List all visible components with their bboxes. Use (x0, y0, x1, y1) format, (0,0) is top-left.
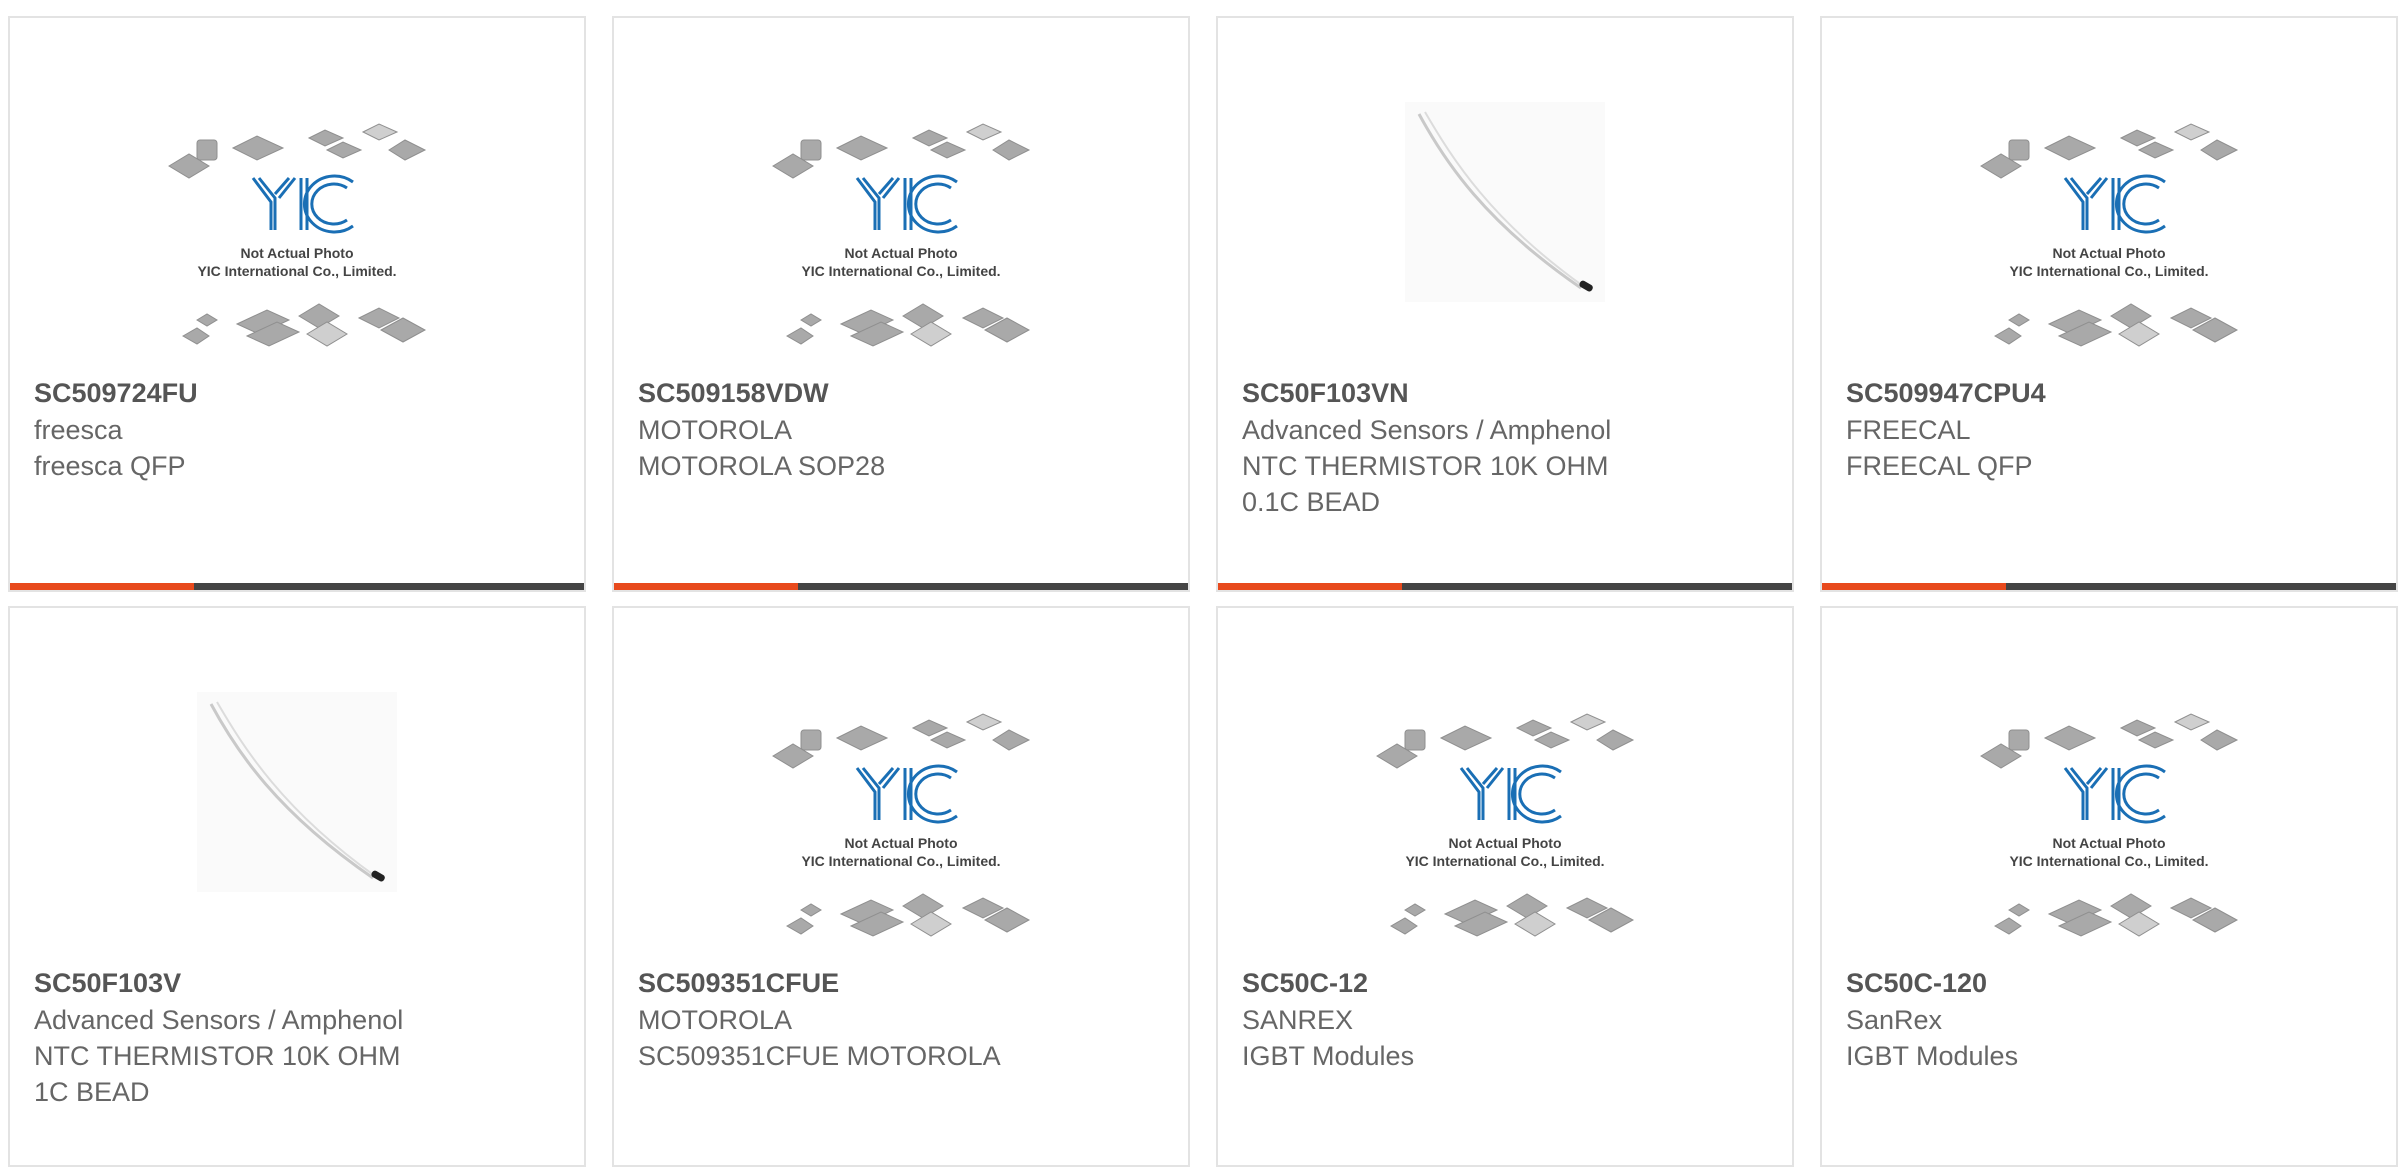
part-number-link[interactable]: SC50F103VN (1242, 374, 1768, 412)
product-text: SC509947CPU4 FREECAL FREECAL QFP (1846, 374, 2372, 484)
description-line: 1C BEAD (34, 1077, 150, 1107)
placeholder-caption-2: YIC International Co., Limited. (2009, 263, 2208, 279)
not-actual-photo-placeholder-image: Not Actual Photo YIC International Co., … (1980, 123, 2239, 347)
card-bottom-bar (1218, 583, 1792, 590)
product-image[interactable]: Not Actual Photo YIC International Co., … (614, 648, 1188, 958)
placeholder-caption-1: Not Actual Photo (2052, 245, 2165, 261)
description-line: MOTOROLA SOP28 (638, 451, 886, 481)
product-image[interactable] (1218, 58, 1792, 368)
product-image[interactable]: Not Actual Photo YIC International Co., … (10, 58, 584, 368)
product-image[interactable]: Not Actual Photo YIC International Co., … (1218, 648, 1792, 958)
card-bottom-bar-accent (10, 583, 194, 590)
placeholder-caption-1: Not Actual Photo (1448, 835, 1561, 851)
product-card[interactable]: Not Actual Photo YIC International Co., … (1820, 606, 2398, 1167)
thermistor-photo (197, 692, 397, 892)
manufacturer-label: Advanced Sensors / Amphenol (1242, 415, 1612, 445)
product-card[interactable]: Not Actual Photo YIC International Co., … (612, 16, 1190, 592)
manufacturer-label: SANREX (1242, 1005, 1354, 1035)
manufacturer-label: SanRex (1846, 1005, 1943, 1035)
placeholder-caption-1: Not Actual Photo (240, 245, 353, 261)
not-actual-photo-placeholder-image: Not Actual Photo YIC International Co., … (1376, 713, 1635, 937)
placeholder-caption-1: Not Actual Photo (844, 245, 957, 261)
part-number-link[interactable]: SC509724FU (34, 374, 560, 412)
part-number-link[interactable]: SC509351CFUE (638, 964, 1164, 1002)
not-actual-photo-placeholder-image: Not Actual Photo YIC International Co., … (772, 123, 1031, 347)
card-bottom-bar (1822, 583, 2396, 590)
placeholder-caption-2: YIC International Co., Limited. (801, 853, 1000, 869)
card-bottom-bar-accent (1822, 583, 2006, 590)
card-bottom-bar-accent (1218, 583, 1402, 590)
product-card[interactable]: SC50F103VN Advanced Sensors / Amphenol NTC… (1216, 16, 1794, 592)
product-grid: Not Actual Photo YIC International Co., … (0, 0, 2400, 1167)
not-actual-photo-placeholder-image: Not Actual Photo YIC International Co., … (772, 713, 1031, 937)
product-card[interactable]: Not Actual Photo YIC International Co., … (8, 16, 586, 592)
placeholder-caption-2: YIC International Co., Limited. (197, 263, 396, 279)
description-line: NTC THERMISTOR 10K OHM (34, 1041, 401, 1071)
manufacturer-label: Advanced Sensors / Amphenol (34, 1005, 404, 1035)
product-card[interactable]: Not Actual Photo YIC International Co., … (1820, 16, 2398, 592)
part-number-link[interactable]: SC509158VDW (638, 374, 1164, 412)
part-number-link[interactable]: SC50C-12 (1242, 964, 1768, 1002)
description-line: IGBT Modules (1242, 1041, 1415, 1071)
placeholder-caption-1: Not Actual Photo (844, 835, 957, 851)
card-bottom-bar-accent (614, 583, 798, 590)
description-line: NTC THERMISTOR 10K OHM (1242, 451, 1609, 481)
description-line: IGBT Modules (1846, 1041, 2019, 1071)
product-image[interactable]: Not Actual Photo YIC International Co., … (614, 58, 1188, 368)
product-image[interactable]: Not Actual Photo YIC International Co., … (1822, 648, 2396, 958)
placeholder-caption-1: Not Actual Photo (2052, 835, 2165, 851)
product-text: SC50C-12 SANREX IGBT Modules (1242, 964, 1768, 1074)
product-card[interactable]: Not Actual Photo YIC International Co., … (612, 606, 1190, 1167)
placeholder-caption-2: YIC International Co., Limited. (2009, 853, 2208, 869)
manufacturer-label: MOTOROLA (638, 1005, 793, 1035)
product-image[interactable]: Not Actual Photo YIC International Co., … (1822, 58, 2396, 368)
manufacturer-label: FREECAL (1846, 415, 1971, 445)
description-line: FREECAL QFP (1846, 451, 2033, 481)
product-text: SC50F103V Advanced Sensors / Amphenol NTC … (34, 964, 560, 1110)
not-actual-photo-placeholder-image: Not Actual Photo YIC International Co., … (1980, 713, 2239, 937)
placeholder-caption-2: YIC International Co., Limited. (801, 263, 1000, 279)
product-image[interactable] (10, 648, 584, 958)
card-bottom-bar (10, 583, 584, 590)
placeholder-caption-2: YIC International Co., Limited. (1405, 853, 1604, 869)
product-text: SC50C-120 SanRex IGBT Modules (1846, 964, 2372, 1074)
thermistor-photo (1405, 102, 1605, 302)
manufacturer-label: MOTOROLA (638, 415, 793, 445)
part-number-link[interactable]: SC50C-120 (1846, 964, 2372, 1002)
product-text: SC509351CFUE MOTOROLA SC509351CFUE MOTOROL… (638, 964, 1164, 1074)
card-bottom-bar (614, 583, 1188, 590)
description-line: 0.1C BEAD (1242, 487, 1381, 517)
product-text: SC509724FU freesca freesca QFP (34, 374, 560, 484)
part-number-link[interactable]: SC50F103V (34, 964, 560, 1002)
description-line: freesca QFP (34, 451, 186, 481)
product-card[interactable]: Not Actual Photo YIC International Co., … (1216, 606, 1794, 1167)
not-actual-photo-placeholder-image: Not Actual Photo YIC International Co., … (168, 123, 427, 347)
description-line: SC509351CFUE MOTOROLA (638, 1041, 1001, 1071)
product-text: SC509158VDW MOTOROLA MOTOROLA SOP28 (638, 374, 1164, 484)
part-number-link[interactable]: SC509947CPU4 (1846, 374, 2372, 412)
product-card[interactable]: SC50F103V Advanced Sensors / Amphenol NTC … (8, 606, 586, 1167)
manufacturer-label: freesca (34, 415, 123, 445)
product-text: SC50F103VN Advanced Sensors / Amphenol NTC… (1242, 374, 1768, 520)
